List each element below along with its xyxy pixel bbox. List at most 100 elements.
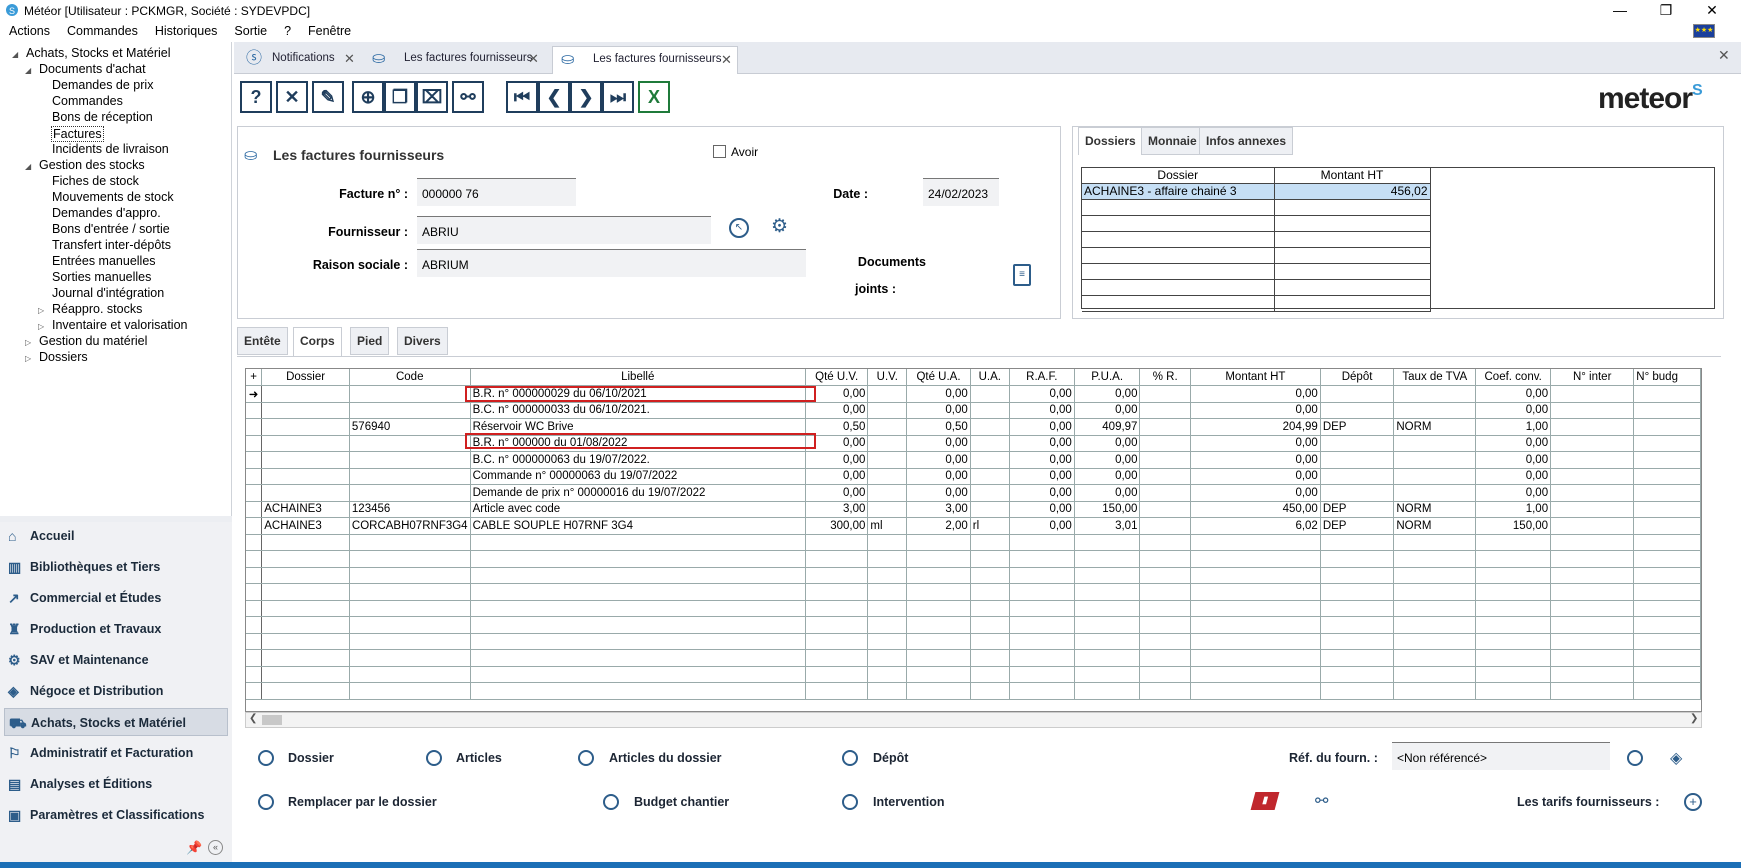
table-row[interactable] (246, 682, 1701, 700)
table-row[interactable] (246, 583, 1701, 601)
module-commercial[interactable]: ↗ Commercial et Études (4, 584, 228, 612)
depot-link[interactable]: Dépôt (873, 751, 908, 765)
help-icon[interactable]: ? (240, 81, 272, 113)
grid-cell[interactable] (246, 402, 263, 419)
grid-cell[interactable] (246, 517, 263, 535)
table-row[interactable] (246, 633, 1701, 650)
grid-cell[interactable] (246, 550, 263, 568)
articles-dossier-link[interactable]: Articles du dossier (609, 751, 722, 765)
table-row[interactable]: ACHAINE3 CORCABH07RNF3G4 CABLE SOUPLE H07R… (246, 517, 1701, 535)
dossiers-row[interactable] (1082, 295, 1431, 312)
grid-cell[interactable]: ➜ (246, 385, 263, 403)
grid-cell[interactable] (246, 501, 263, 518)
menu-commandes[interactable]: Commandes (58, 22, 146, 38)
grid-cell[interactable] (246, 534, 263, 551)
module-parametres[interactable]: ▣ Paramètres et Classifications (4, 801, 228, 829)
tree-item-reappro[interactable]: Réappro. stocks (52, 302, 142, 316)
close-tab-icon[interactable]: ✕ (344, 51, 355, 67)
dossiers-row[interactable] (1082, 231, 1431, 248)
grid-header-8[interactable]: R.A.F. (1009, 369, 1075, 386)
edit-icon[interactable]: ✎ (312, 81, 344, 113)
last-record-icon[interactable]: ⏭ (602, 81, 634, 113)
grid-header-4[interactable]: Qté U.V. (805, 369, 869, 386)
close-tab-icon[interactable]: ✕ (528, 51, 539, 67)
module-accueil[interactable]: ⌂ Accueil (4, 522, 228, 550)
dossiers-row[interactable]: ACHAINE3 - affaire chainé 3 456,02 (1082, 183, 1431, 200)
dossiers-row[interactable] (1082, 247, 1431, 264)
grid-header-12[interactable]: Dépôt (1320, 369, 1395, 386)
dossiers-row[interactable] (1082, 279, 1431, 296)
tab-dossiers[interactable]: Dossiers (1078, 127, 1143, 155)
search-icon[interactable]: ⚯ (452, 81, 484, 113)
tree-item-factures[interactable]: Factures (51, 126, 104, 142)
grid-header-1[interactable]: Dossier (261, 369, 350, 386)
close-all-icon[interactable]: ✕ (1718, 47, 1730, 64)
table-row[interactable] (246, 649, 1701, 667)
scroll-left-icon[interactable]: ❮ (249, 713, 257, 724)
grid-cell[interactable] (246, 649, 263, 667)
dossier-link[interactable]: Dossier (288, 751, 334, 765)
tree-item-inventaire[interactable]: Inventaire et valorisation (52, 318, 188, 332)
tree-gestion-stocks[interactable]: Gestion des stocks (39, 158, 145, 172)
expand-icon[interactable]: ▷ (38, 306, 44, 315)
tree-item-journal[interactable]: Journal d'intégration (52, 286, 164, 300)
depot-lookup-icon[interactable] (842, 750, 858, 766)
collapse-icon[interactable]: ◢ (12, 50, 18, 59)
tree-item-incidents[interactable]: Incidents de livraison (52, 142, 169, 156)
table-row[interactable] (246, 666, 1701, 683)
tab-factures-2[interactable]: ⛀ Les factures fournisseurs ✕ (552, 46, 738, 74)
grid-cell[interactable] (246, 600, 263, 617)
tree-gestion-materiel[interactable]: Gestion du matériel (39, 334, 147, 348)
grid-cell[interactable] (246, 666, 263, 683)
table-row[interactable]: B.C. n° 000000063 du 19/07/2022. 0,00 0,00… (246, 451, 1701, 469)
grid-cell[interactable] (246, 633, 263, 650)
expand-icon[interactable]: ▷ (25, 338, 31, 347)
tree-item-demandes-prix[interactable]: Demandes de prix (52, 78, 153, 92)
grid-header-3[interactable]: Libellé (470, 369, 806, 386)
table-row[interactable] (246, 534, 1701, 551)
tree-documents-achat[interactable]: Documents d'achat (39, 62, 146, 76)
grid-header-0[interactable]: + (246, 369, 263, 386)
expand-icon[interactable]: ▷ (25, 354, 31, 363)
module-analyses[interactable]: ▤ Analyses et Éditions (4, 770, 228, 798)
tree-item-sorties[interactable]: Sorties manuelles (52, 270, 151, 284)
grid-cell[interactable] (246, 484, 263, 502)
grid-header-5[interactable]: U.V. (867, 369, 908, 386)
maximize-button[interactable]: ❐ (1643, 0, 1689, 22)
horizontal-scrollbar[interactable]: ❮ ❯ (245, 712, 1702, 728)
remplacer-lookup-icon[interactable] (258, 794, 274, 810)
budget-lookup-icon[interactable] (603, 794, 619, 810)
ref-lookup-icon[interactable] (1627, 750, 1643, 766)
book-icon[interactable]: ▮ (1250, 792, 1280, 810)
dossier-lookup-icon[interactable] (258, 750, 274, 766)
grid-header-2[interactable]: Code (349, 369, 471, 386)
pin-icon[interactable]: 📌 (186, 840, 202, 856)
close-button[interactable]: ✕ (1689, 0, 1735, 22)
tab-notifications[interactable]: ⓢ Notifications ✕ (238, 46, 360, 74)
grid-header-16[interactable]: N° budg (1633, 369, 1701, 386)
grid-cell[interactable] (246, 567, 263, 584)
module-achats[interactable]: ⛟ Achats, Stocks et Matériel (4, 708, 228, 736)
table-row[interactable] (246, 550, 1701, 568)
tab-monnaie[interactable]: Monnaie (1141, 127, 1204, 155)
grid-cell[interactable] (246, 468, 263, 485)
ref-fourn-field[interactable]: <Non référencé> (1392, 742, 1610, 770)
raison-sociale-field[interactable]: ABRIUM (417, 249, 806, 277)
tab-divers[interactable]: Divers (397, 327, 448, 355)
grid-header-10[interactable]: % R. (1139, 369, 1191, 386)
add-tarif-icon[interactable]: + (1684, 793, 1702, 811)
tab-corps[interactable]: Corps (293, 327, 342, 357)
menu-actions[interactable]: Actions (0, 22, 58, 38)
articles-link[interactable]: Articles (456, 751, 502, 765)
grid-header-15[interactable]: N° inter (1550, 369, 1635, 386)
tree-item-commandes[interactable]: Commandes (52, 94, 123, 108)
cancel-icon[interactable]: ✕ (276, 81, 308, 113)
grid-header-6[interactable]: Qté U.A. (906, 369, 971, 386)
grid-header-7[interactable]: U.A. (970, 369, 1010, 386)
grid-cell[interactable] (246, 616, 263, 634)
tree-item-demandes-appro[interactable]: Demandes d'appro. (52, 206, 161, 220)
module-sav[interactable]: ⚙ SAV et Maintenance (4, 646, 228, 674)
tab-infos-annexes[interactable]: Infos annexes (1199, 127, 1294, 155)
close-tab-icon[interactable]: ✕ (721, 52, 732, 68)
excel-export-icon[interactable]: X (638, 81, 670, 113)
